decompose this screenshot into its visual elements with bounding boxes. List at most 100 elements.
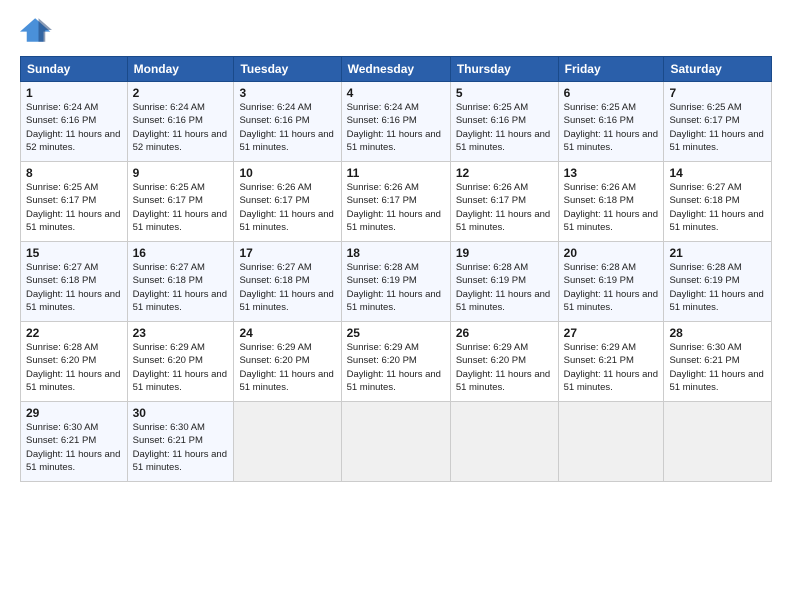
day-info: Sunrise: 6:29 AMSunset: 6:20 PMDaylight:… — [133, 341, 229, 394]
header — [20, 18, 772, 46]
day-info: Sunrise: 6:29 AMSunset: 6:20 PMDaylight:… — [347, 341, 445, 394]
day-info: Sunrise: 6:24 AMSunset: 6:16 PMDaylight:… — [239, 101, 335, 154]
day-number: 25 — [347, 326, 445, 340]
day-info: Sunrise: 6:24 AMSunset: 6:16 PMDaylight:… — [26, 101, 122, 154]
day-number: 20 — [564, 246, 659, 260]
day-number: 4 — [347, 86, 445, 100]
day-info: Sunrise: 6:29 AMSunset: 6:21 PMDaylight:… — [564, 341, 659, 394]
day-info: Sunrise: 6:29 AMSunset: 6:20 PMDaylight:… — [456, 341, 553, 394]
calendar-cell: 17Sunrise: 6:27 AMSunset: 6:18 PMDayligh… — [234, 242, 341, 322]
calendar-cell: 19Sunrise: 6:28 AMSunset: 6:19 PMDayligh… — [450, 242, 558, 322]
day-info: Sunrise: 6:25 AMSunset: 6:17 PMDaylight:… — [133, 181, 229, 234]
day-info: Sunrise: 6:25 AMSunset: 6:16 PMDaylight:… — [456, 101, 553, 154]
calendar-cell: 22Sunrise: 6:28 AMSunset: 6:20 PMDayligh… — [21, 322, 128, 402]
day-info: Sunrise: 6:28 AMSunset: 6:19 PMDaylight:… — [347, 261, 445, 314]
calendar-week-2: 8 Sunrise: 6:25 AMSunset: 6:17 PMDaylight… — [21, 162, 772, 242]
header-friday: Friday — [558, 57, 664, 82]
calendar-cell: 9Sunrise: 6:25 AMSunset: 6:17 PMDaylight… — [127, 162, 234, 242]
day-info: Sunrise: 6:28 AMSunset: 6:19 PMDaylight:… — [456, 261, 553, 314]
day-info: Sunrise: 6:26 AMSunset: 6:17 PMDaylight:… — [239, 181, 335, 234]
day-number: 15 — [26, 246, 122, 260]
calendar-cell: 3Sunrise: 6:24 AMSunset: 6:16 PMDaylight… — [234, 82, 341, 162]
calendar-cell: 16Sunrise: 6:27 AMSunset: 6:18 PMDayligh… — [127, 242, 234, 322]
calendar-cell: 24Sunrise: 6:29 AMSunset: 6:20 PMDayligh… — [234, 322, 341, 402]
calendar-cell — [664, 402, 772, 482]
calendar-cell: 13Sunrise: 6:26 AMSunset: 6:18 PMDayligh… — [558, 162, 664, 242]
calendar-cell: 11Sunrise: 6:26 AMSunset: 6:17 PMDayligh… — [341, 162, 450, 242]
day-info: Sunrise: 6:26 AMSunset: 6:17 PMDaylight:… — [456, 181, 553, 234]
day-number: 6 — [564, 86, 659, 100]
day-info: Sunrise: 6:27 AMSunset: 6:18 PMDaylight:… — [669, 181, 766, 234]
day-info: Sunrise: 6:25 AMSunset: 6:16 PMDaylight:… — [564, 101, 659, 154]
day-number: 7 — [669, 86, 766, 100]
day-info: Sunrise: 6:28 AMSunset: 6:20 PMDaylight:… — [26, 341, 122, 394]
calendar-cell: 26Sunrise: 6:29 AMSunset: 6:20 PMDayligh… — [450, 322, 558, 402]
calendar-cell: 21Sunrise: 6:28 AMSunset: 6:19 PMDayligh… — [664, 242, 772, 322]
calendar-cell: 23Sunrise: 6:29 AMSunset: 6:20 PMDayligh… — [127, 322, 234, 402]
day-number: 19 — [456, 246, 553, 260]
day-info: Sunrise: 6:28 AMSunset: 6:19 PMDaylight:… — [564, 261, 659, 314]
day-info: Sunrise: 6:26 AMSunset: 6:17 PMDaylight:… — [347, 181, 445, 234]
day-number: 2 — [133, 86, 229, 100]
calendar-week-1: 1Sunrise: 6:24 AMSunset: 6:16 PMDaylight… — [21, 82, 772, 162]
header-wednesday: Wednesday — [341, 57, 450, 82]
calendar-cell: 20Sunrise: 6:28 AMSunset: 6:19 PMDayligh… — [558, 242, 664, 322]
day-info: Sunrise: 6:30 AMSunset: 6:21 PMDaylight:… — [133, 421, 229, 474]
header-sunday: Sunday — [21, 57, 128, 82]
day-number: 27 — [564, 326, 659, 340]
calendar-cell: 5Sunrise: 6:25 AMSunset: 6:16 PMDaylight… — [450, 82, 558, 162]
day-number: 12 — [456, 166, 553, 180]
day-info: Sunrise: 6:24 AMSunset: 6:16 PMDaylight:… — [133, 101, 229, 154]
calendar-week-4: 22Sunrise: 6:28 AMSunset: 6:20 PMDayligh… — [21, 322, 772, 402]
day-number: 1 — [26, 86, 122, 100]
calendar-cell — [234, 402, 341, 482]
calendar-cell: 12Sunrise: 6:26 AMSunset: 6:17 PMDayligh… — [450, 162, 558, 242]
day-number: 26 — [456, 326, 553, 340]
day-number: 16 — [133, 246, 229, 260]
day-number: 9 — [133, 166, 229, 180]
day-info: Sunrise: 6:27 AMSunset: 6:18 PMDaylight:… — [26, 261, 122, 314]
calendar-cell: 2Sunrise: 6:24 AMSunset: 6:16 PMDaylight… — [127, 82, 234, 162]
day-number: 10 — [239, 166, 335, 180]
calendar-cell — [558, 402, 664, 482]
calendar-cell: 18Sunrise: 6:28 AMSunset: 6:19 PMDayligh… — [341, 242, 450, 322]
day-info: Sunrise: 6:30 AMSunset: 6:21 PMDaylight:… — [669, 341, 766, 394]
day-number: 30 — [133, 406, 229, 420]
day-number: 21 — [669, 246, 766, 260]
day-info: Sunrise: 6:24 AMSunset: 6:16 PMDaylight:… — [347, 101, 445, 154]
day-info: Sunrise: 6:29 AMSunset: 6:20 PMDaylight:… — [239, 341, 335, 394]
logo — [20, 18, 54, 46]
day-info: Sunrise: 6:30 AMSunset: 6:21 PMDaylight:… — [26, 421, 122, 474]
calendar-cell: 29Sunrise: 6:30 AMSunset: 6:21 PMDayligh… — [21, 402, 128, 482]
day-number: 13 — [564, 166, 659, 180]
logo-icon — [20, 16, 52, 44]
calendar-week-5: 29Sunrise: 6:30 AMSunset: 6:21 PMDayligh… — [21, 402, 772, 482]
day-number: 11 — [347, 166, 445, 180]
calendar: SundayMondayTuesdayWednesdayThursdayFrid… — [20, 56, 772, 482]
header-saturday: Saturday — [664, 57, 772, 82]
calendar-cell: 4Sunrise: 6:24 AMSunset: 6:16 PMDaylight… — [341, 82, 450, 162]
day-number: 29 — [26, 406, 122, 420]
day-info: Sunrise: 6:27 AMSunset: 6:18 PMDaylight:… — [239, 261, 335, 314]
day-info: Sunrise: 6:27 AMSunset: 6:18 PMDaylight:… — [133, 261, 229, 314]
day-number: 23 — [133, 326, 229, 340]
calendar-cell: 25Sunrise: 6:29 AMSunset: 6:20 PMDayligh… — [341, 322, 450, 402]
day-number: 28 — [669, 326, 766, 340]
calendar-cell: 15Sunrise: 6:27 AMSunset: 6:18 PMDayligh… — [21, 242, 128, 322]
day-number: 8 — [26, 166, 122, 180]
header-monday: Monday — [127, 57, 234, 82]
day-number: 14 — [669, 166, 766, 180]
calendar-cell: 14Sunrise: 6:27 AMSunset: 6:18 PMDayligh… — [664, 162, 772, 242]
page: SundayMondayTuesdayWednesdayThursdayFrid… — [0, 0, 792, 612]
calendar-cell: 30Sunrise: 6:30 AMSunset: 6:21 PMDayligh… — [127, 402, 234, 482]
calendar-cell: 27Sunrise: 6:29 AMSunset: 6:21 PMDayligh… — [558, 322, 664, 402]
calendar-cell: 10Sunrise: 6:26 AMSunset: 6:17 PMDayligh… — [234, 162, 341, 242]
calendar-cell — [450, 402, 558, 482]
calendar-header-row: SundayMondayTuesdayWednesdayThursdayFrid… — [21, 57, 772, 82]
day-number: 18 — [347, 246, 445, 260]
calendar-cell: 7Sunrise: 6:25 AMSunset: 6:17 PMDaylight… — [664, 82, 772, 162]
day-number: 17 — [239, 246, 335, 260]
day-info: Sunrise: 6:26 AMSunset: 6:18 PMDaylight:… — [564, 181, 659, 234]
day-number: 24 — [239, 326, 335, 340]
day-number: 22 — [26, 326, 122, 340]
